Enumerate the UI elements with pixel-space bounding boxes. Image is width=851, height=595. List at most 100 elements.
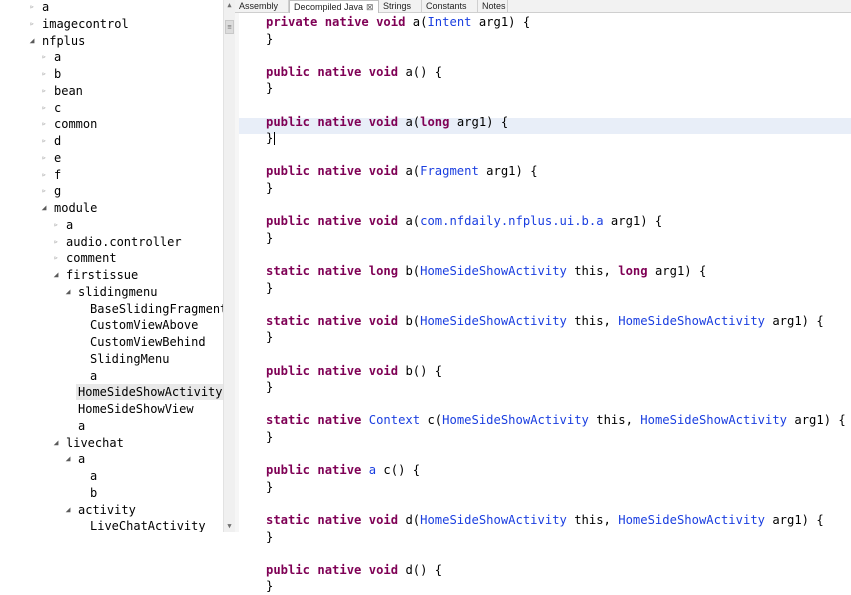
tree-item[interactable]: a bbox=[76, 368, 99, 384]
close-tab-icon[interactable]: ⊠ bbox=[366, 2, 374, 12]
tree-item-label: a bbox=[78, 418, 86, 433]
tree-item[interactable]: ◢ nfplus bbox=[28, 33, 87, 49]
expand-arrow-icon[interactable]: ▹ bbox=[28, 16, 36, 32]
code-line[interactable]: static native long b(HomeSideShowActivit… bbox=[266, 263, 706, 280]
tree-item[interactable]: a bbox=[64, 418, 87, 434]
keyword-token: native bbox=[317, 164, 362, 179]
tree-item[interactable]: ◢ activity bbox=[64, 502, 138, 518]
tree-item[interactable]: ▹ a bbox=[52, 217, 75, 233]
tab-strings[interactable]: Strings bbox=[379, 0, 422, 12]
code-line[interactable]: } bbox=[266, 578, 273, 595]
tree-item[interactable]: b bbox=[76, 485, 99, 501]
package-tree[interactable]: ▹ a ▹ imagecontrol ◢ nfplus ▹ a ▹ b ▹ bean ▹ c ▹ common… bbox=[0, 0, 223, 532]
tree-item[interactable]: CustomViewAbove bbox=[76, 317, 200, 333]
expand-arrow-icon[interactable]: ▹ bbox=[40, 49, 48, 65]
tree-item[interactable]: ▹ imagecontrol bbox=[28, 16, 131, 32]
tree-item[interactable]: ▹ e bbox=[40, 150, 63, 166]
tree-item[interactable]: BaseSlidingFragment bbox=[76, 301, 223, 317]
tab-constants[interactable]: Constants bbox=[422, 0, 478, 12]
code-line[interactable]: static native void b(HomeSideShowActivit… bbox=[266, 313, 824, 330]
code-line[interactable]: } bbox=[266, 479, 273, 496]
expand-arrow-icon[interactable]: ▹ bbox=[52, 250, 60, 266]
code-line[interactable]: public native a c() { bbox=[266, 462, 420, 479]
code-line[interactable]: } bbox=[266, 329, 273, 346]
tree-item[interactable]: LiveChatActivity bbox=[76, 518, 208, 532]
tab-assembly[interactable]: Assembly bbox=[235, 0, 289, 12]
tree-item[interactable]: ◢ slidingmenu bbox=[64, 284, 159, 300]
code-line[interactable]: public native void a(long arg1) { bbox=[266, 114, 508, 131]
code-line[interactable]: } bbox=[266, 180, 273, 197]
code-line[interactable]: static native void d(HomeSideShowActivit… bbox=[266, 512, 824, 529]
code-line[interactable]: } bbox=[266, 429, 273, 446]
code-line[interactable]: public native void d() { bbox=[266, 562, 442, 579]
tab-label: Assembly bbox=[239, 1, 279, 11]
collapse-arrow-icon[interactable]: ◢ bbox=[52, 435, 60, 451]
expand-arrow-icon[interactable]: ▹ bbox=[40, 150, 48, 166]
tree-item[interactable]: ▹ c bbox=[40, 100, 63, 116]
tree-item[interactable]: ▹ g bbox=[40, 183, 63, 199]
expand-arrow-icon[interactable]: ▹ bbox=[40, 83, 48, 99]
expand-arrow-icon[interactable]: ▹ bbox=[28, 0, 36, 15]
code-line[interactable]: } bbox=[266, 280, 273, 297]
collapse-arrow-icon[interactable]: ◢ bbox=[64, 451, 72, 467]
expand-arrow-icon[interactable]: ▹ bbox=[52, 234, 60, 250]
tree-item[interactable]: CustomViewBehind bbox=[76, 334, 208, 350]
tree-item[interactable]: ◢ a bbox=[64, 451, 87, 467]
expand-arrow-icon[interactable]: ▹ bbox=[52, 217, 60, 233]
code-line[interactable]: } bbox=[266, 529, 273, 546]
expand-arrow-icon[interactable]: ▹ bbox=[40, 66, 48, 82]
tree-item[interactable]: ◢ module bbox=[40, 200, 99, 216]
tree-item[interactable]: ▹ bean bbox=[40, 83, 85, 99]
collapse-arrow-icon[interactable]: ◢ bbox=[28, 33, 36, 49]
tree-item-label: a bbox=[54, 50, 62, 65]
code-line[interactable]: } bbox=[266, 31, 273, 48]
tab-notes[interactable]: Notes bbox=[478, 0, 508, 12]
scroll-up-icon[interactable]: ▲ bbox=[224, 0, 235, 11]
tree-item[interactable]: ▹ b bbox=[40, 66, 63, 82]
collapse-arrow-icon[interactable]: ◢ bbox=[64, 502, 72, 518]
tree-item[interactable]: HomeSideShowActivity bbox=[64, 384, 223, 401]
tree-item[interactable]: ▹ f bbox=[40, 167, 63, 183]
keyword-token: public bbox=[266, 164, 311, 179]
code-line[interactable]: public native void a() { bbox=[266, 64, 442, 81]
code-line[interactable]: public native void a(Fragment arg1) { bbox=[266, 163, 538, 180]
code-line[interactable]: } bbox=[266, 130, 276, 147]
collapse-arrow-icon[interactable]: ◢ bbox=[52, 267, 60, 283]
type-token: Fragment bbox=[420, 164, 479, 179]
expand-arrow-icon[interactable]: ▹ bbox=[40, 183, 48, 199]
tree-item[interactable]: ▹ audio.controller bbox=[52, 234, 184, 250]
collapse-arrow-icon[interactable]: ◢ bbox=[40, 200, 48, 216]
tab-decompiled-java[interactable]: Decompiled Java ⊠ bbox=[289, 0, 379, 13]
tree-item-label: bean bbox=[54, 83, 83, 98]
code-token: c( bbox=[420, 413, 443, 428]
code-line[interactable]: } bbox=[266, 230, 273, 247]
code-line[interactable]: public native void b() { bbox=[266, 363, 442, 380]
tree-item[interactable]: SlidingMenu bbox=[76, 351, 171, 367]
collapse-arrow-icon[interactable]: ◢ bbox=[64, 284, 72, 300]
code-line[interactable]: } bbox=[266, 80, 273, 97]
code-line[interactable]: } bbox=[266, 379, 273, 396]
tree-item[interactable]: a bbox=[76, 468, 99, 484]
tree-item[interactable]: ▹ common bbox=[40, 116, 99, 132]
code-token: d() { bbox=[398, 562, 443, 577]
tree-item[interactable]: ▹ a bbox=[40, 49, 63, 65]
tree-item[interactable]: HomeSideShowView bbox=[64, 401, 196, 417]
tree-scrollbar[interactable]: ▲ ≡ ▼ bbox=[223, 0, 235, 532]
tree-item[interactable]: ▹ d bbox=[40, 133, 63, 149]
scroll-down-icon[interactable]: ▼ bbox=[224, 521, 235, 532]
expand-arrow-icon[interactable]: ▹ bbox=[40, 167, 48, 183]
scroll-thumb[interactable]: ≡ bbox=[225, 20, 234, 34]
code-line[interactable]: public native void a(com.nfdaily.nfplus.… bbox=[266, 213, 662, 230]
type-token: HomeSideShowActivity bbox=[420, 313, 567, 328]
tree-item[interactable]: ◢ firstissue bbox=[52, 267, 140, 283]
code-line[interactable]: static native Context c(HomeSideShowActi… bbox=[266, 412, 846, 429]
keyword-token: void bbox=[368, 164, 399, 179]
expand-arrow-icon[interactable]: ▹ bbox=[40, 116, 48, 132]
tree-item[interactable]: ▹ comment bbox=[52, 250, 119, 266]
code-line[interactable]: private native void a(Intent arg1) { bbox=[266, 14, 530, 31]
tree-item[interactable]: ◢ livechat bbox=[52, 435, 126, 451]
expand-arrow-icon[interactable]: ▹ bbox=[40, 133, 48, 149]
expand-arrow-icon[interactable]: ▹ bbox=[40, 100, 48, 116]
tree-item[interactable]: ▹ a bbox=[28, 0, 51, 15]
